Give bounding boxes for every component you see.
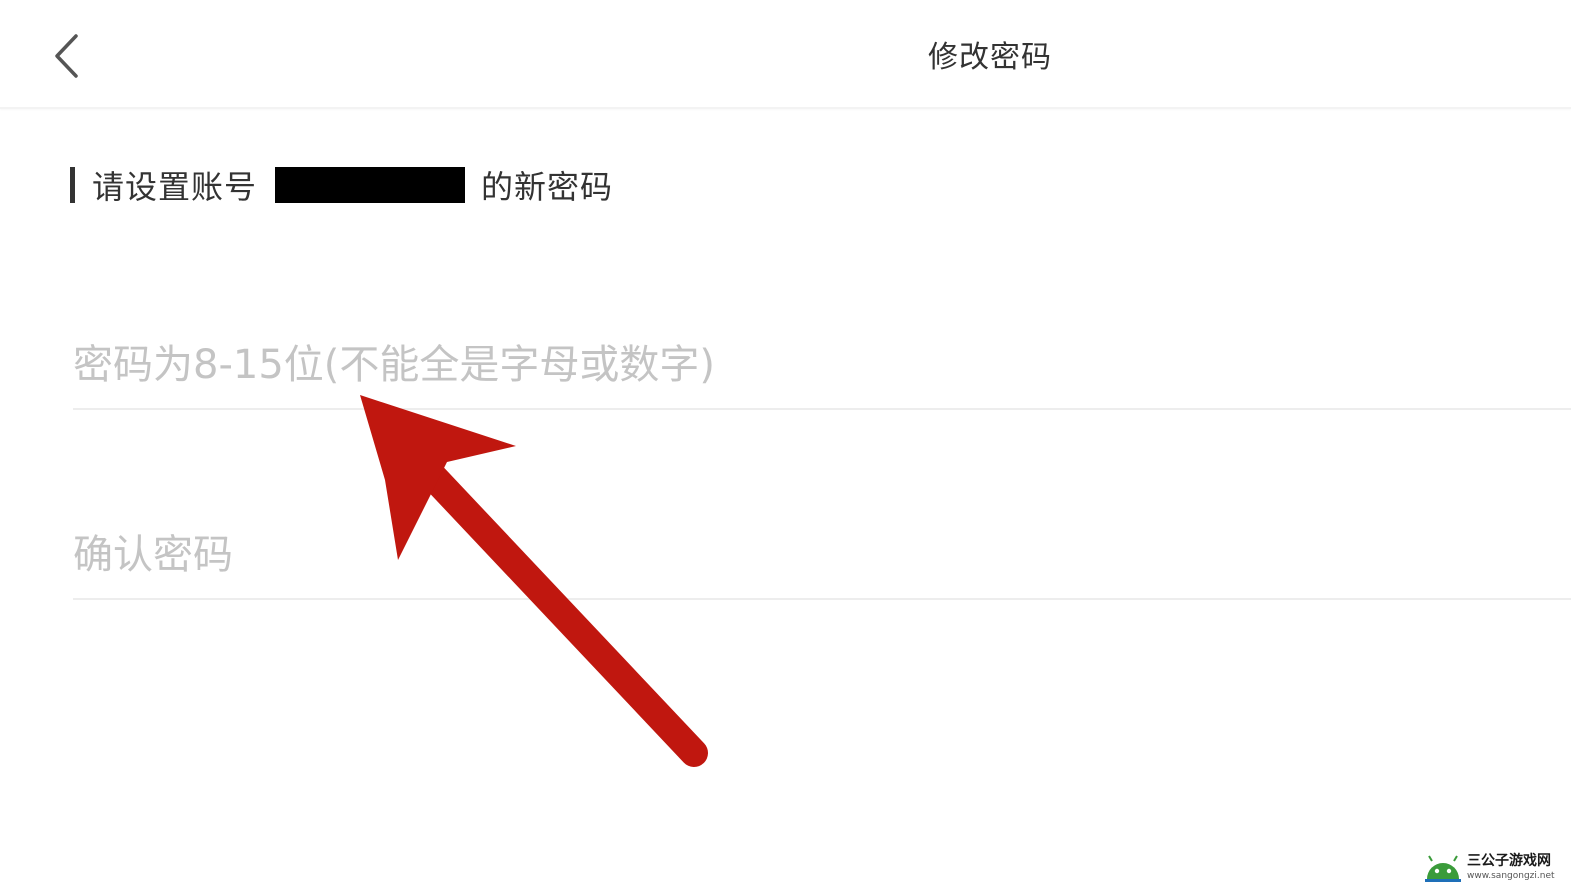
confirm-password-input[interactable] <box>73 520 1571 590</box>
redacted-account <box>275 167 466 203</box>
confirm-password-field <box>73 520 1571 600</box>
heading-accent-bar <box>70 167 75 203</box>
back-button[interactable] <box>38 28 94 84</box>
heading-suffix: 的新密码 <box>481 168 614 206</box>
heading-prefix: 请设置账号 <box>92 168 258 206</box>
annotation-arrow <box>360 395 708 767</box>
page-title: 修改密码 <box>928 40 1052 75</box>
watermark-name: 三公子游戏网 <box>1467 852 1551 869</box>
section-heading: 请设置账号 的新密码 <box>70 163 613 207</box>
arrow-shaft <box>396 438 708 767</box>
chevron-left-icon <box>55 34 78 78</box>
top-nav-bar: 修改密码 <box>0 0 1571 109</box>
change-password-page: 修改密码 请设置账号 的新密码 三公子游戏网 www.sangongzi.net <box>0 0 1571 894</box>
new-password-field <box>73 330 1571 410</box>
watermark-url: www.sangongzi.net <box>1467 870 1555 881</box>
new-password-input[interactable] <box>73 330 1571 400</box>
android-logo-icon <box>1425 855 1461 882</box>
watermark-text: 三公子游戏网 www.sangongzi.net <box>1467 853 1555 882</box>
site-watermark: 三公子游戏网 www.sangongzi.net <box>1421 844 1561 890</box>
